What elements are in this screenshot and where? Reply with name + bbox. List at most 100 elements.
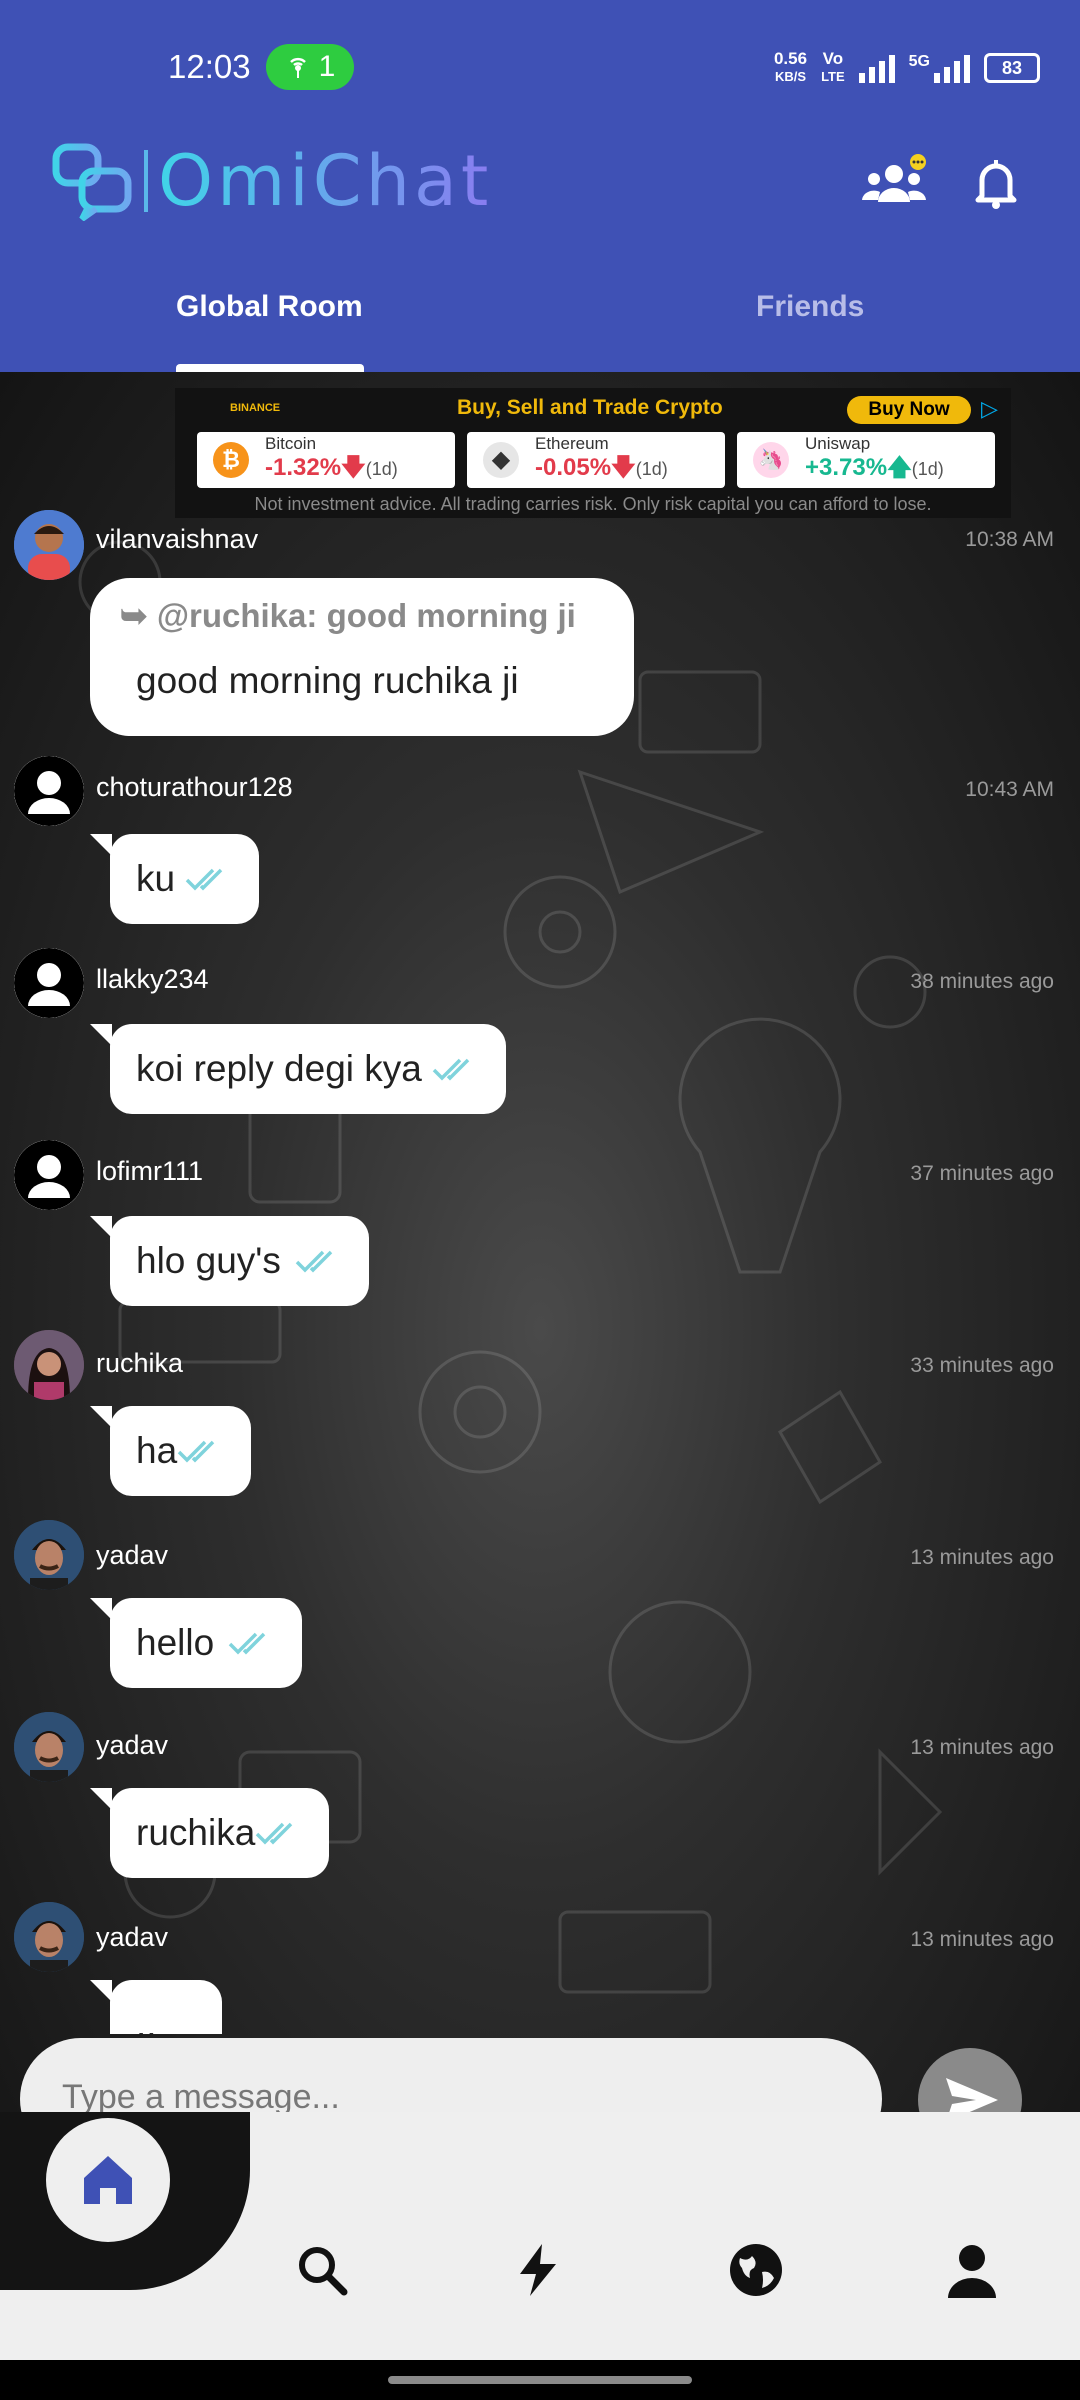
ad-coin-card[interactable]: ₿ Bitcoin -1.32%🡇(1d): [197, 432, 455, 488]
avatar[interactable]: [14, 1520, 84, 1590]
read-ticks-icon: [228, 1632, 266, 1655]
message-text: good morning ruchika ji: [136, 660, 519, 701]
message-bubble[interactable]: ruchika: [89, 1788, 330, 1878]
tab-friends[interactable]: Friends: [756, 290, 864, 324]
logo-divider: [144, 150, 148, 212]
avatar[interactable]: [14, 1902, 84, 1972]
coin-period: (1d): [635, 459, 668, 479]
message-text: ku: [136, 858, 176, 899]
crypto-ad-banner[interactable]: BINANCE Buy, Sell and Trade Crypto Buy N…: [175, 388, 1011, 518]
message-username[interactable]: yadav: [96, 1922, 168, 1953]
ad-disclaimer: Not investment advice. All trading carri…: [254, 494, 932, 514]
message-username[interactable]: yadav: [96, 1540, 168, 1571]
clipped-message-area: ..: [0, 1976, 1080, 2034]
avatar[interactable]: [14, 756, 84, 826]
message-bubble[interactable]: ku: [89, 834, 260, 924]
message-time: 37 minutes ago: [910, 1162, 1054, 1185]
coin-change: +3.73%🡅(1d): [805, 450, 944, 491]
uniswap-icon: 🦄: [753, 442, 789, 478]
read-ticks-icon: [432, 1058, 470, 1081]
message-time: 38 minutes ago: [910, 970, 1054, 993]
read-ticks-icon: [185, 868, 223, 891]
search-icon[interactable]: [292, 2240, 352, 2300]
nav-home-button[interactable]: [46, 2118, 170, 2242]
ad-title[interactable]: Buy, Sell and Trade Crypto: [457, 396, 723, 420]
bell-icon[interactable]: [960, 152, 1032, 212]
chat-logo-icon: [52, 143, 132, 221]
message-username[interactable]: ruchika: [96, 1348, 183, 1379]
network-type: 5G: [908, 53, 930, 70]
reply-arrow-icon: ➥: [120, 597, 157, 634]
message-text: ruchika: [136, 1812, 256, 1853]
ad-buy-now-button[interactable]: Buy Now: [847, 396, 971, 424]
message-time: 10:43 AM: [965, 778, 1054, 801]
ad-brand: BINANCE: [230, 402, 281, 414]
reply-mention: @ruchika:: [156, 597, 318, 634]
coin-period: (1d): [911, 459, 944, 479]
message-time: 33 minutes ago: [910, 1354, 1054, 1377]
arrow-down-icon: 🡇: [341, 454, 366, 481]
hotspot-indicator[interactable]: 1: [266, 44, 354, 90]
avatar[interactable]: [14, 510, 84, 580]
profile-icon[interactable]: [942, 2240, 1002, 2300]
friends-icon[interactable]: [858, 152, 930, 212]
gesture-bar: [0, 2360, 1080, 2400]
coin-period: (1d): [365, 459, 398, 479]
message-time: 13 minutes ago: [910, 1546, 1054, 1569]
message-time: 13 minutes ago: [910, 1736, 1054, 1759]
speed-unit: KB/S: [774, 69, 807, 84]
message-username[interactable]: lofimr111: [96, 1156, 203, 1187]
volte-bottom: LTE: [821, 69, 845, 84]
adchoices-icon[interactable]: ▷: [981, 396, 998, 422]
arrow-down-icon: 🡇: [611, 454, 636, 481]
message-bubble[interactable]: koi reply degi kya: [90, 1024, 506, 1114]
volte-indicator: Vo LTE: [821, 50, 845, 86]
home-icon: [84, 2156, 132, 2204]
message-username[interactable]: vilanvaishnav: [96, 524, 258, 555]
app-header: 12:03 1 0.56 KB/S Vo LTE 5G 83 OmiChat G…: [0, 0, 1080, 372]
message-text: koi reply degi kya: [136, 1048, 422, 1089]
bitcoin-icon: ₿: [213, 442, 249, 478]
reply-message-bubble[interactable]: ➥ @ruchika: good morning ji good morning…: [90, 578, 634, 736]
arrow-up-icon: 🡅: [887, 454, 912, 481]
message-text: hlo guy's: [136, 1240, 281, 1281]
network-speed: 0.56 KB/S: [774, 50, 807, 86]
battery-icon: 83: [984, 53, 1040, 83]
avatar[interactable]: [14, 1330, 84, 1400]
flash-icon[interactable]: [508, 2240, 568, 2300]
network-5g: 5G: [909, 53, 970, 83]
reply-quote: ➥ @ruchika: good morning ji: [120, 596, 576, 635]
message-bubble[interactable]: hlo guy's: [90, 1216, 369, 1306]
message-text: hello: [136, 1622, 215, 1663]
avatar[interactable]: [14, 1712, 84, 1782]
tab-global-room[interactable]: Global Room: [176, 290, 363, 324]
coin-change: -0.05%🡇(1d): [535, 450, 668, 491]
status-time: 12:03: [168, 48, 251, 85]
speed-value: 0.56: [773, 49, 808, 68]
message-username[interactable]: yadav: [96, 1730, 168, 1761]
message-username[interactable]: choturathour128: [96, 772, 293, 803]
message-bubble[interactable]: ..: [90, 1980, 222, 2034]
avatar[interactable]: [14, 1140, 84, 1210]
volte-top: Vo: [822, 49, 844, 68]
ad-coin-card[interactable]: 🦄 Uniswap +3.73%🡅(1d): [737, 432, 995, 488]
read-ticks-icon: [295, 1250, 333, 1273]
reply-text: good morning ji: [326, 597, 576, 634]
read-ticks-icon: [256, 1822, 293, 1845]
coin-change-value: +3.73%: [805, 454, 888, 481]
logo-text: OmiChat: [158, 140, 493, 222]
signal-icon: [858, 53, 895, 83]
message-bubble[interactable]: ha: [89, 1406, 252, 1496]
message-username[interactable]: llakky234: [96, 964, 209, 995]
coin-change: -1.32%🡇(1d): [265, 450, 398, 491]
status-icons: 0.56 KB/S Vo LTE 5G 83: [774, 50, 1040, 86]
gesture-handle[interactable]: [388, 2376, 692, 2384]
ad-coin-card[interactable]: ◆ Ethereum -0.05%🡇(1d): [467, 432, 725, 488]
avatar[interactable]: [14, 948, 84, 1018]
message-bubble[interactable]: hello: [89, 1598, 303, 1688]
coin-change-value: -1.32%: [265, 454, 342, 481]
message-time: 13 minutes ago: [910, 1928, 1054, 1951]
globe-icon[interactable]: [726, 2240, 786, 2300]
message-text: ..: [136, 2004, 157, 2034]
read-ticks-icon: [177, 1440, 215, 1463]
